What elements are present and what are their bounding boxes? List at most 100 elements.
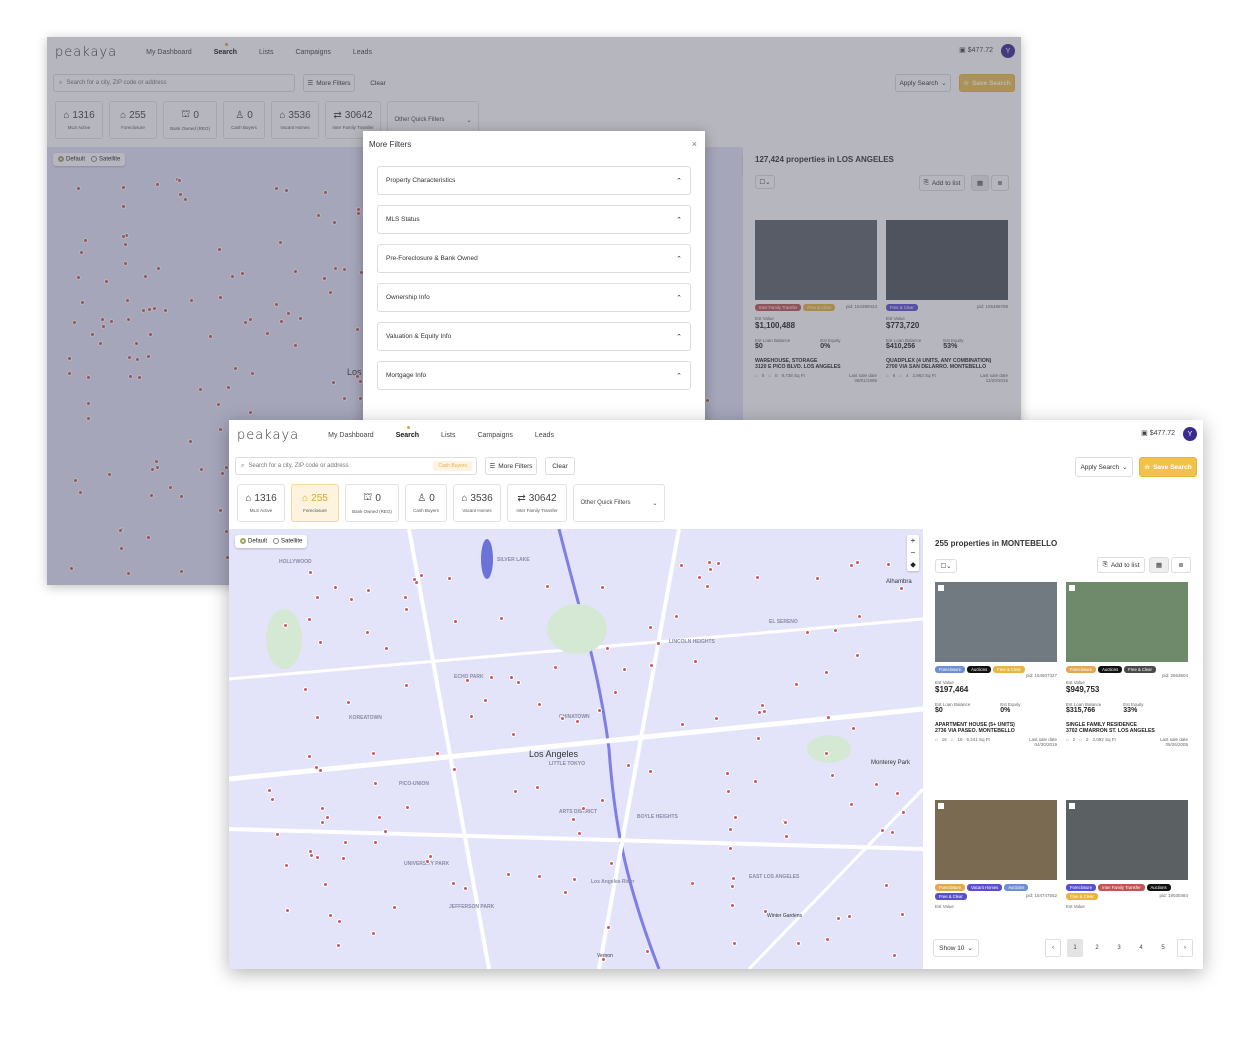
property-marker[interactable] <box>850 725 856 731</box>
property-marker[interactable] <box>830 772 836 778</box>
compass-icon[interactable]: ⬥ <box>907 559 919 571</box>
property-marker[interactable] <box>597 707 603 713</box>
property-marker[interactable] <box>513 788 519 794</box>
property-marker[interactable] <box>365 587 371 593</box>
zoom-controls[interactable]: + − ⬥ <box>907 535 919 571</box>
property-marker[interactable] <box>763 908 769 914</box>
property-marker[interactable] <box>364 629 370 635</box>
property-marker[interactable] <box>506 871 512 877</box>
property-marker[interactable] <box>404 804 410 810</box>
property-marker[interactable] <box>450 880 456 886</box>
zoom-in-button[interactable]: + <box>907 535 919 547</box>
property-marker[interactable] <box>319 805 325 811</box>
filter-section[interactable]: Property Characteristics ⌃ <box>377 166 691 195</box>
select-all-checkbox[interactable]: ☐⌄ <box>935 559 957 573</box>
page-button[interactable]: 1 <box>1067 939 1083 957</box>
property-marker[interactable] <box>854 653 860 659</box>
property-marker[interactable] <box>382 828 388 834</box>
property-marker[interactable] <box>371 930 377 936</box>
quick-filter-bank-owned[interactable]: ⛫ 0 Bank Owned (REO) <box>345 484 399 522</box>
page-button[interactable]: 5 <box>1155 939 1171 957</box>
property-card[interactable]: Foreclosure Auctions Free & Clear pid: 154… <box>935 582 1057 782</box>
property-marker[interactable] <box>446 575 452 581</box>
property-marker[interactable] <box>428 853 434 859</box>
property-card[interactable]: Foreclosure Auctions Free & Clear pid: 266… <box>1066 582 1188 782</box>
property-marker[interactable] <box>275 831 281 837</box>
filter-section[interactable]: MLS Status ⌃ <box>377 205 691 234</box>
filter-chip[interactable]: Cash Buyers <box>433 461 472 471</box>
quick-filter-foreclosure[interactable]: ⌂ 255 Foreclosure <box>291 484 339 522</box>
property-marker[interactable] <box>678 562 684 568</box>
property-marker[interactable] <box>885 561 891 567</box>
property-marker[interactable] <box>795 940 801 946</box>
property-marker[interactable] <box>499 615 505 621</box>
quick-filter-inter-family[interactable]: ⇄ 30642 Inter Family Transfer <box>507 484 567 522</box>
property-marker[interactable] <box>283 862 289 868</box>
filter-section[interactable]: Valuation & Equity Info ⌃ <box>377 322 691 351</box>
property-marker[interactable] <box>534 784 540 790</box>
property-marker[interactable] <box>314 855 320 861</box>
property-marker[interactable] <box>468 713 474 719</box>
property-marker[interactable] <box>376 814 382 820</box>
property-marker[interactable] <box>511 731 516 737</box>
zoom-out-button[interactable]: − <box>907 547 919 559</box>
property-marker[interactable] <box>601 956 607 962</box>
property-marker[interactable] <box>315 714 321 720</box>
grid-view-button[interactable]: ▦ <box>1149 557 1169 573</box>
page-button[interactable]: 3 <box>1111 939 1127 957</box>
property-marker[interactable] <box>690 880 696 886</box>
property-marker[interactable] <box>707 566 713 572</box>
property-marker[interactable] <box>760 702 766 708</box>
property-marker[interactable] <box>880 827 886 833</box>
quick-filter-vacant[interactable]: ⌂ 3536 Vacant Homes <box>453 484 501 522</box>
apply-search-button[interactable]: Apply Search ⌄ <box>1075 457 1133 477</box>
avatar[interactable]: Y <box>1183 427 1197 441</box>
property-marker[interactable] <box>761 708 767 714</box>
property-marker[interactable] <box>599 585 605 591</box>
property-marker[interactable] <box>731 875 737 881</box>
map-type-toggle[interactable]: Default Satellite <box>235 535 308 548</box>
nav-dashboard[interactable]: My Dashboard <box>328 432 374 439</box>
property-marker[interactable] <box>404 606 410 612</box>
search-input[interactable]: ⌕ Search for a city, ZIP code or address C… <box>235 457 477 475</box>
filter-section[interactable]: Pre-Foreclosure & Bank Owned ⌃ <box>377 244 691 273</box>
property-marker[interactable] <box>332 584 338 590</box>
property-marker[interactable] <box>508 675 514 681</box>
property-marker[interactable] <box>697 574 703 580</box>
property-marker[interactable] <box>335 942 341 948</box>
property-marker[interactable] <box>453 618 459 624</box>
property-marker[interactable] <box>846 913 852 919</box>
property-marker[interactable] <box>536 702 542 708</box>
property-marker[interactable] <box>283 622 289 628</box>
property-marker[interactable] <box>545 583 551 589</box>
card-checkbox[interactable] <box>938 803 944 809</box>
property-marker[interactable] <box>570 816 576 822</box>
property-marker[interactable] <box>552 664 558 670</box>
property-marker[interactable] <box>384 645 389 651</box>
credit-balance[interactable]: ▣ $477.72 <box>1141 429 1175 438</box>
property-marker[interactable] <box>451 766 457 772</box>
clear-button[interactable]: Clear <box>545 457 575 475</box>
property-marker[interactable] <box>713 715 719 721</box>
property-marker[interactable] <box>621 666 627 672</box>
property-marker[interactable] <box>873 782 879 788</box>
property-marker[interactable] <box>900 809 906 815</box>
page-button[interactable]: 2 <box>1089 939 1105 957</box>
property-marker[interactable] <box>314 594 320 600</box>
map-satellite-option[interactable]: Satellite <box>273 538 302 545</box>
next-page-button[interactable]: › <box>1177 939 1193 957</box>
property-marker[interactable] <box>343 839 349 845</box>
nav-leads[interactable]: Leads <box>535 432 554 439</box>
property-marker[interactable] <box>307 569 313 575</box>
filter-section[interactable]: Ownership Info ⌃ <box>377 283 691 312</box>
property-marker[interactable] <box>731 941 737 947</box>
property-marker[interactable] <box>314 764 320 770</box>
nav-campaigns[interactable]: Campaigns <box>477 432 512 439</box>
card-checkbox[interactable] <box>1069 803 1075 809</box>
quick-filter-cash-buyers[interactable]: ♙ 0 Cash Buyers <box>405 484 447 522</box>
property-marker[interactable] <box>345 700 351 706</box>
property-marker[interactable] <box>488 674 494 680</box>
property-card[interactable]: Foreclosure Vacant Homes Auctions Free & Cl… <box>935 800 1057 920</box>
property-marker[interactable] <box>883 882 889 888</box>
save-search-button[interactable]: ☆ Save Search <box>1139 457 1197 477</box>
